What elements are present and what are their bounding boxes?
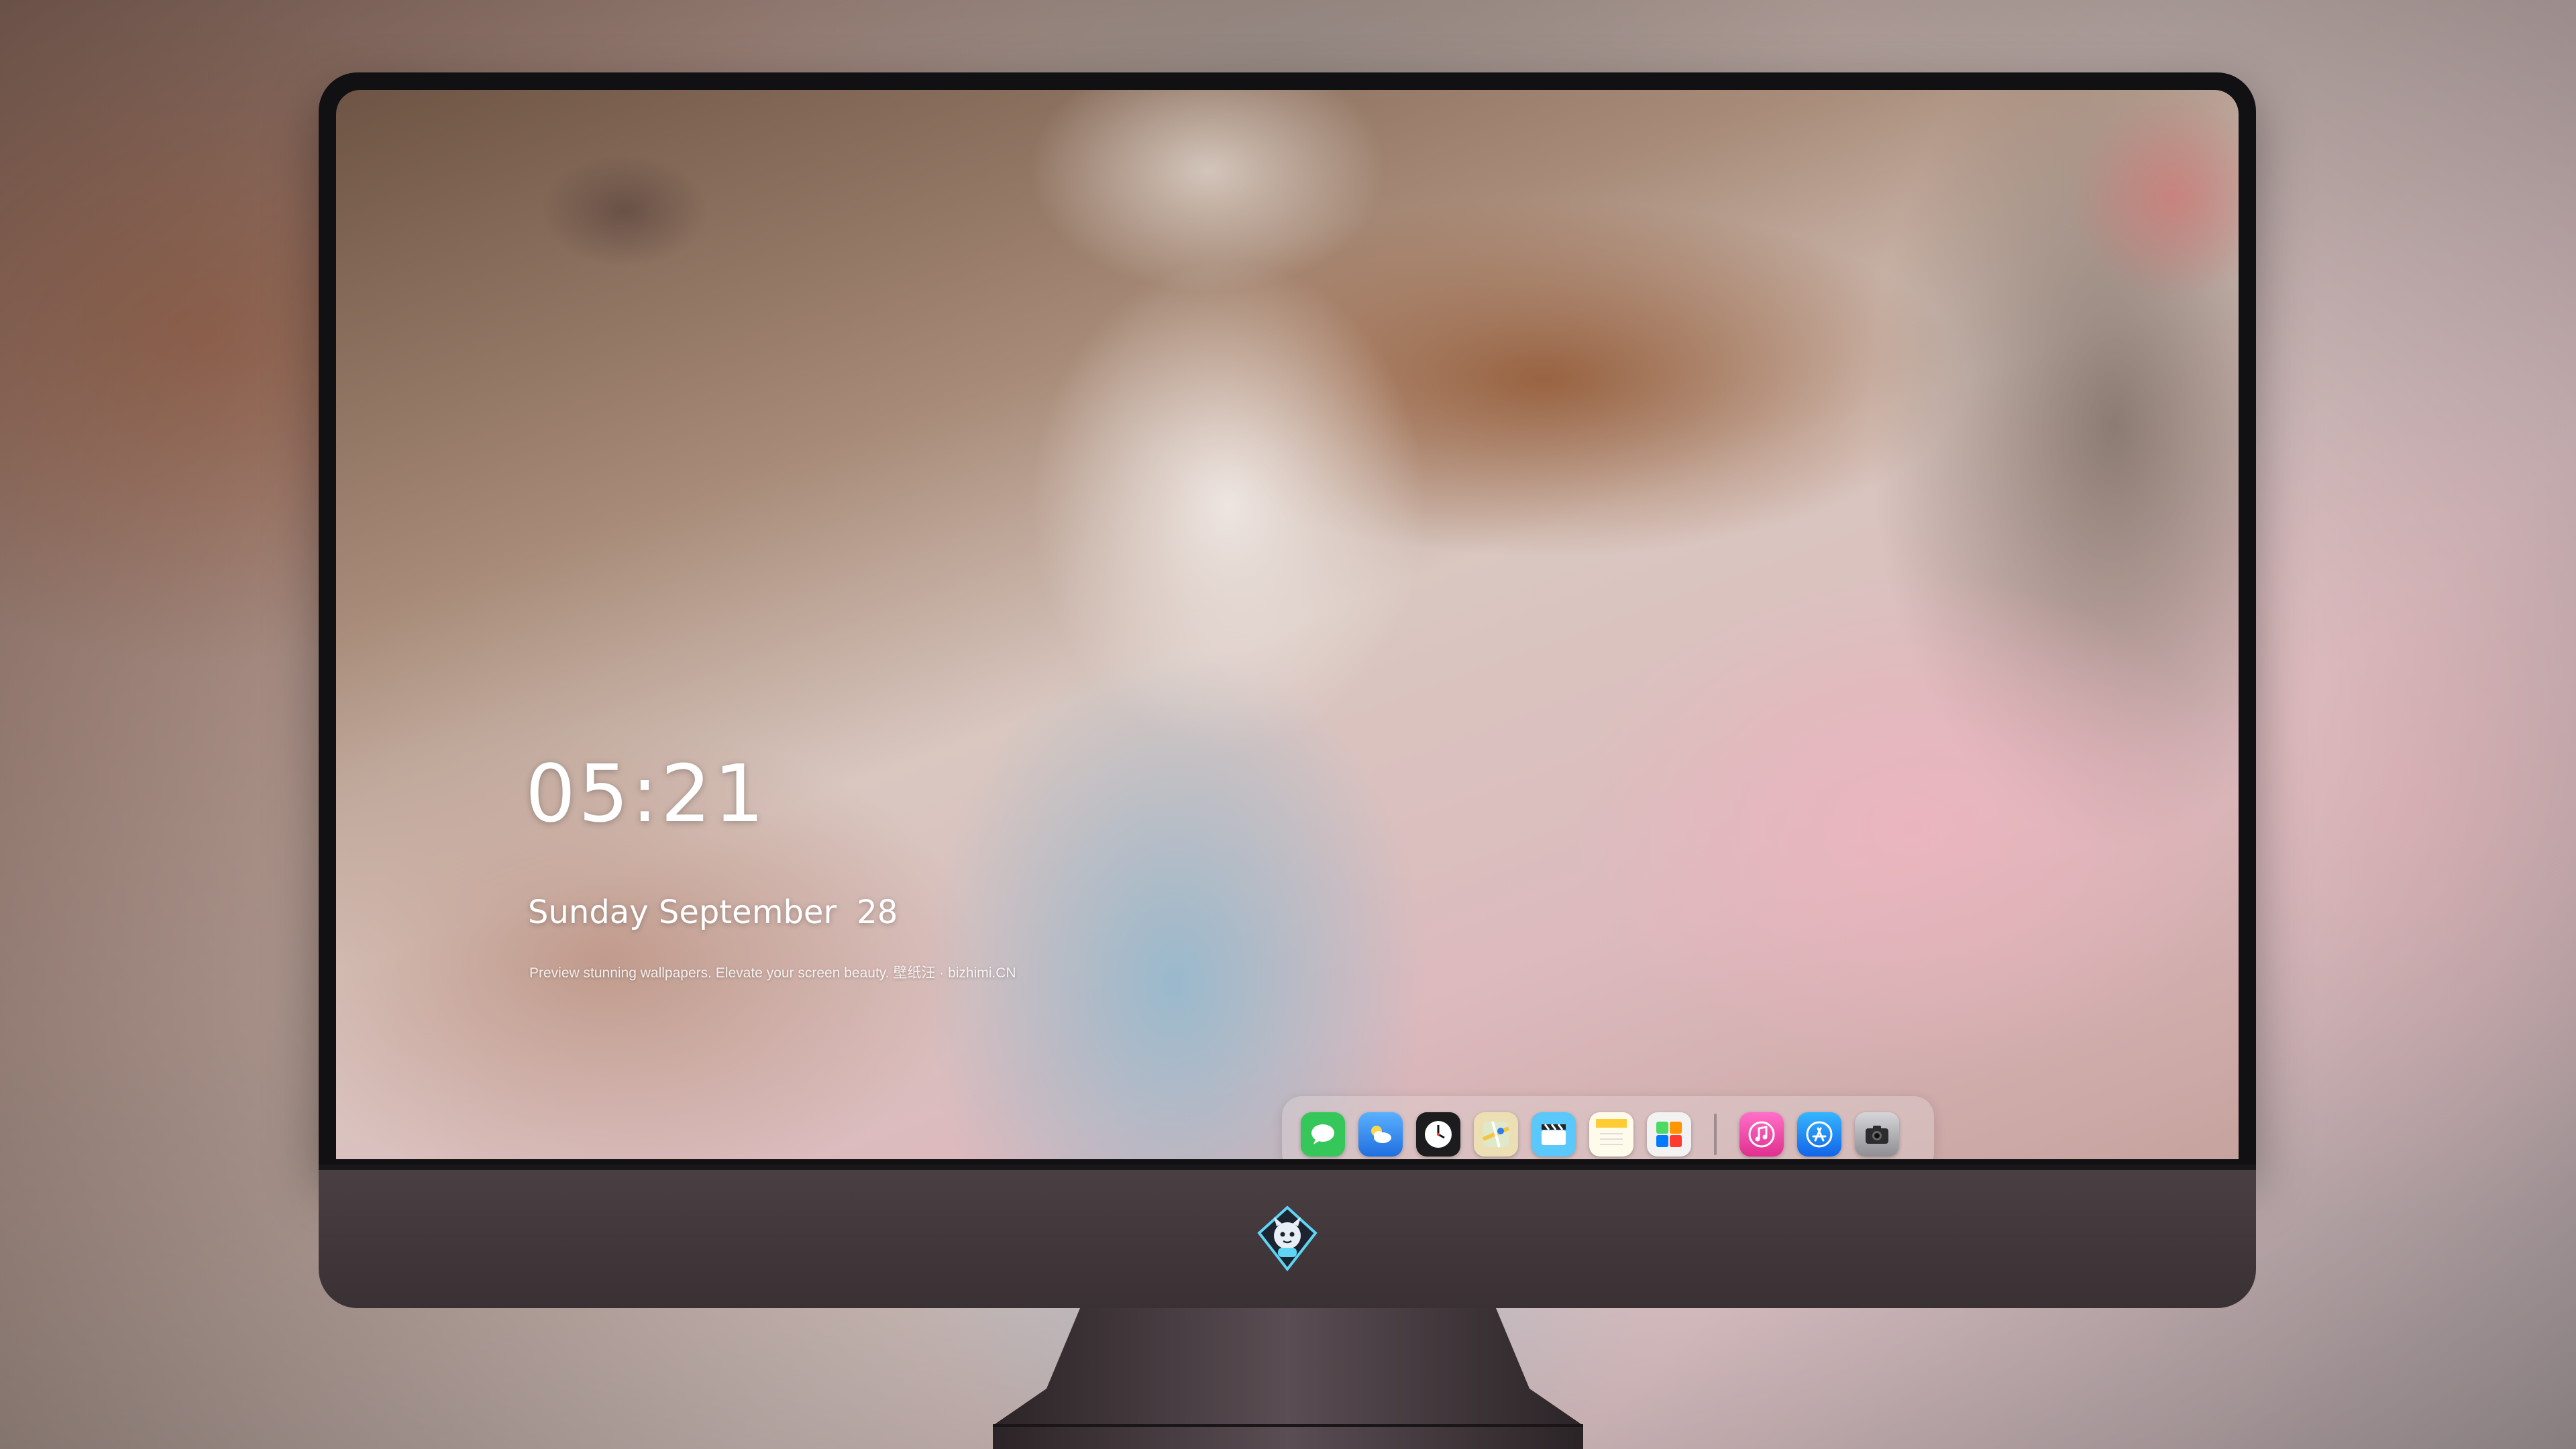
promo-caption: Preview stunning wallpapers. Elevate you… xyxy=(529,965,1016,981)
date-weekday: Sunday xyxy=(528,894,649,931)
date-weekday-month: Sunday September xyxy=(528,896,837,928)
notes-icon[interactable] xyxy=(1589,1112,1633,1157)
monitor-bezel: 05:21 Sunday September 28 Preview stunni… xyxy=(319,72,2256,1170)
lock-screen[interactable]: 05:21 Sunday September 28 Preview stunni… xyxy=(336,90,2239,1159)
mascot-logo-icon xyxy=(1257,1205,1318,1272)
photos-grid-icon[interactable] xyxy=(1647,1112,1691,1157)
dock xyxy=(1282,1096,1934,1159)
clock-icon[interactable] xyxy=(1416,1112,1460,1157)
messages-icon[interactable] xyxy=(1301,1112,1345,1157)
music-icon[interactable] xyxy=(1739,1112,1784,1157)
camera-icon[interactable] xyxy=(1855,1112,1899,1157)
date-month: September xyxy=(658,894,837,931)
maps-icon[interactable] xyxy=(1474,1112,1518,1157)
blurred-background: 05:21 Sunday September 28 Preview stunni… xyxy=(0,0,2576,1449)
wallpaper-image xyxy=(336,90,2239,1159)
weather-icon[interactable] xyxy=(1358,1112,1403,1157)
date-line: Sunday September 28 xyxy=(528,896,898,928)
clock-time: 05:21 xyxy=(525,747,767,840)
monitor-stand xyxy=(993,1308,1583,1449)
date-day: 28 xyxy=(857,894,898,931)
clapperboard-icon[interactable] xyxy=(1532,1112,1576,1157)
app-store-icon[interactable] xyxy=(1797,1112,1841,1157)
dock-divider xyxy=(1714,1114,1717,1155)
monitor: 05:21 Sunday September 28 Preview stunni… xyxy=(319,72,2256,1308)
